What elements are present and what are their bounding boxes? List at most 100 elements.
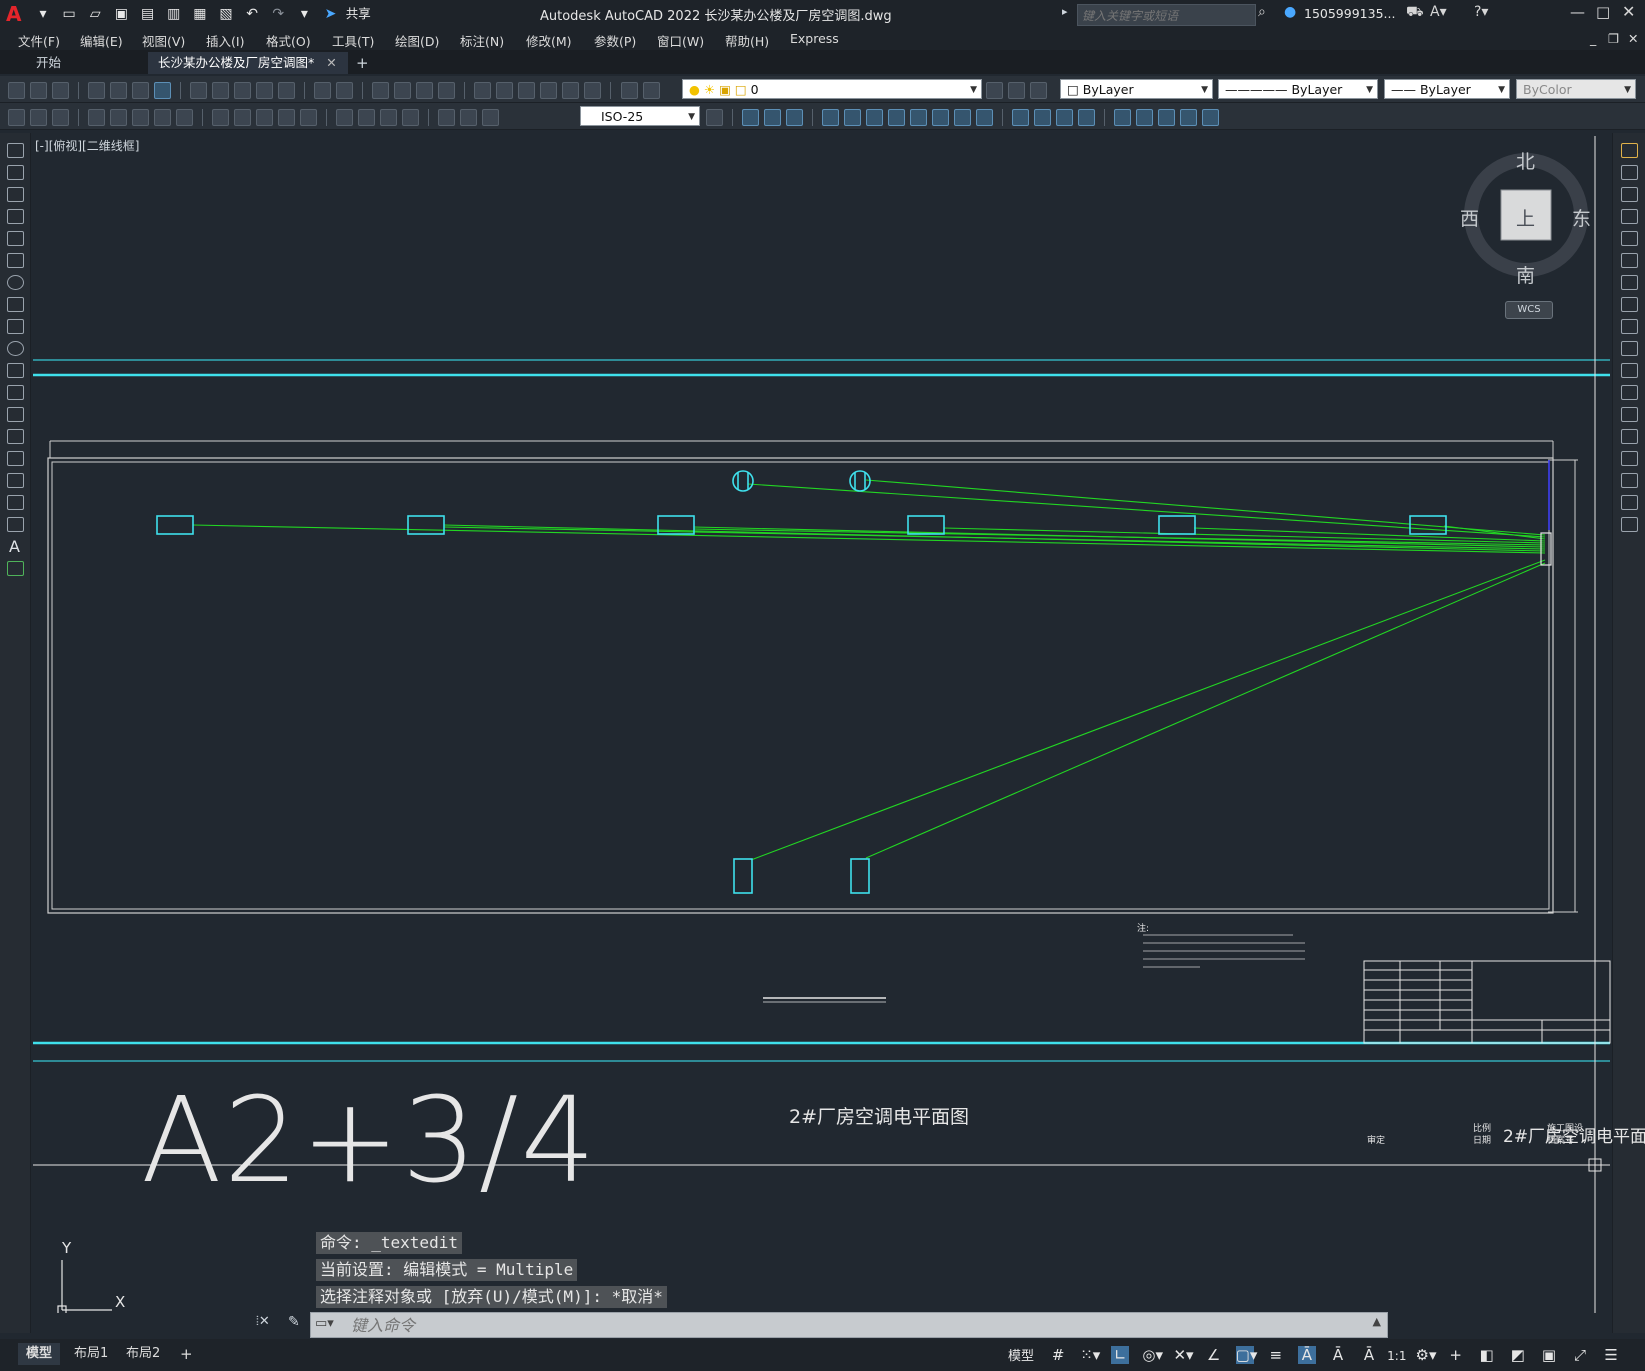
region-icon[interactable]: [7, 495, 24, 510]
menu-view[interactable]: 视图(V): [142, 31, 185, 50]
array-strip-icon[interactable]: [1621, 231, 1638, 246]
trim-strip-icon[interactable]: [1621, 341, 1638, 356]
user-name[interactable]: 1505999135...: [1304, 6, 1395, 21]
save-icon[interactable]: ▣: [113, 6, 129, 22]
center-mark-icon[interactable]: [358, 109, 376, 126]
properties-icon[interactable]: [474, 82, 492, 99]
plus-icon[interactable]: +: [1447, 1346, 1465, 1364]
markup-icon[interactable]: [562, 82, 580, 99]
customize-wrench-icon[interactable]: ✎: [288, 1314, 300, 1330]
lineweight-icon[interactable]: ≡: [1267, 1346, 1285, 1364]
tolerance-icon[interactable]: [336, 109, 354, 126]
layer-properties-icon[interactable]: [642, 82, 660, 99]
close-icon[interactable]: ✕: [1622, 2, 1635, 21]
design-center-icon[interactable]: [496, 82, 514, 99]
move-icon[interactable]: [742, 109, 760, 126]
maximize-icon[interactable]: □: [1596, 3, 1610, 21]
scale-icon[interactable]: [888, 109, 906, 126]
ellipse-arc-icon[interactable]: [7, 363, 24, 378]
calculator-icon[interactable]: [584, 82, 602, 99]
paste-icon[interactable]: [234, 82, 252, 99]
command-input[interactable]: [311, 1313, 1253, 1337]
menu-format[interactable]: 格式(O): [266, 31, 311, 50]
add-layout-button[interactable]: +: [172, 1343, 201, 1365]
rotate-strip-icon[interactable]: [1621, 275, 1638, 290]
grid-icon[interactable]: #: [1049, 1346, 1067, 1364]
extend-icon[interactable]: [954, 109, 972, 126]
gradient-icon[interactable]: [7, 473, 24, 488]
annotation-visibility-icon[interactable]: Ā: [1297, 1346, 1316, 1364]
model-space-label[interactable]: 模型: [1008, 1349, 1034, 1364]
isodraft-icon[interactable]: ✕▾: [1173, 1346, 1193, 1364]
new-file-icon[interactable]: ▭: [61, 6, 77, 22]
search-input[interactable]: [1078, 7, 1256, 25]
layer-states-icon[interactable]: [1030, 82, 1047, 99]
dim-space-icon[interactable]: [278, 109, 296, 126]
add-selected-icon[interactable]: [7, 561, 24, 576]
dim-diameter-icon[interactable]: [154, 109, 172, 126]
expand-arrow-icon[interactable]: ▸: [1062, 5, 1068, 18]
tab-drawing[interactable]: 长沙某办公楼及厂房空调图* ✕: [148, 52, 348, 74]
layout-tab-1[interactable]: 布局1: [66, 1343, 116, 1365]
hatch-icon[interactable]: [7, 451, 24, 466]
print-icon[interactable]: [88, 82, 106, 99]
layer-combo[interactable]: ● ☀ ▣ □ 0 ▼: [682, 79, 982, 99]
help-tool-icon[interactable]: [620, 82, 638, 99]
dim-break-icon[interactable]: [300, 109, 318, 126]
publish-icon[interactable]: ▥: [166, 6, 182, 22]
dim-radius-icon[interactable]: [110, 109, 128, 126]
menu-window[interactable]: 窗口(W): [657, 31, 704, 50]
dim-continue-icon[interactable]: [256, 109, 274, 126]
dim-edit-icon[interactable]: [438, 109, 456, 126]
break-strip-icon[interactable]: [1621, 407, 1638, 422]
ungroup-icon[interactable]: [1158, 109, 1176, 126]
preview-icon[interactable]: [110, 82, 128, 99]
publish-tool-icon[interactable]: [154, 82, 172, 99]
linetype-combo[interactable]: ————— ByLayer ▼: [1218, 79, 1378, 99]
cart-icon[interactable]: ⛟: [1406, 4, 1424, 22]
save-as-icon[interactable]: ▤: [140, 6, 156, 22]
zoom-previous-icon[interactable]: [438, 82, 456, 99]
wcs-menu[interactable]: WCS: [1505, 301, 1553, 319]
menu-dimension[interactable]: 标注(N): [460, 31, 504, 50]
break-icon[interactable]: [976, 109, 994, 126]
menu-tools[interactable]: 工具(T): [332, 31, 374, 50]
insert-block-icon[interactable]: [1202, 109, 1220, 126]
layout-tab-model[interactable]: 模型: [18, 1343, 61, 1365]
group-icon[interactable]: [1136, 109, 1154, 126]
copy-icon[interactable]: [212, 82, 230, 99]
undo-tool-icon[interactable]: [314, 82, 332, 99]
sheet-set-icon[interactable]: [540, 82, 558, 99]
menu-modify[interactable]: 修改(M): [526, 31, 572, 50]
viewcube-top-label[interactable]: 上: [1516, 204, 1535, 231]
cut-icon[interactable]: [190, 82, 208, 99]
open-icon[interactable]: [30, 82, 47, 99]
recent-commands-icon[interactable]: ▭▾: [315, 1316, 334, 1331]
add-tab-button[interactable]: +: [346, 52, 379, 74]
trim-icon[interactable]: [932, 109, 950, 126]
autodesk-app-icon[interactable]: A▾: [1430, 4, 1447, 20]
zoom-window-icon[interactable]: [416, 82, 434, 99]
export-icon[interactable]: ▦: [192, 6, 208, 22]
menu-express[interactable]: Express: [790, 31, 839, 46]
new-icon[interactable]: [8, 82, 25, 99]
dim-angular-icon[interactable]: [176, 109, 194, 126]
user-icon[interactable]: ●: [1284, 4, 1296, 20]
circle-icon[interactable]: [7, 275, 24, 290]
rotate-icon[interactable]: [866, 109, 884, 126]
ellipse-icon[interactable]: [7, 341, 24, 356]
inspect-icon[interactable]: [380, 109, 398, 126]
command-history-toggle-icon[interactable]: ▲: [1373, 1315, 1381, 1328]
revision-cloud-icon[interactable]: [7, 297, 24, 312]
color-combo[interactable]: □ ByLayer ▼: [1060, 79, 1213, 99]
object-snap-icon[interactable]: ▢▾: [1235, 1346, 1257, 1364]
clean-screen-icon[interactable]: ▣: [1540, 1346, 1558, 1364]
chamfer-icon[interactable]: [1034, 109, 1052, 126]
command-line-grip-icon[interactable]: ⦙✕: [256, 1314, 270, 1329]
rectangle-icon[interactable]: [7, 231, 24, 246]
undo-icon[interactable]: ↶: [244, 6, 260, 22]
tool-palettes-icon[interactable]: [518, 82, 536, 99]
arc-icon[interactable]: [7, 253, 24, 268]
mirror-icon[interactable]: [786, 109, 804, 126]
point-icon[interactable]: [7, 429, 24, 444]
